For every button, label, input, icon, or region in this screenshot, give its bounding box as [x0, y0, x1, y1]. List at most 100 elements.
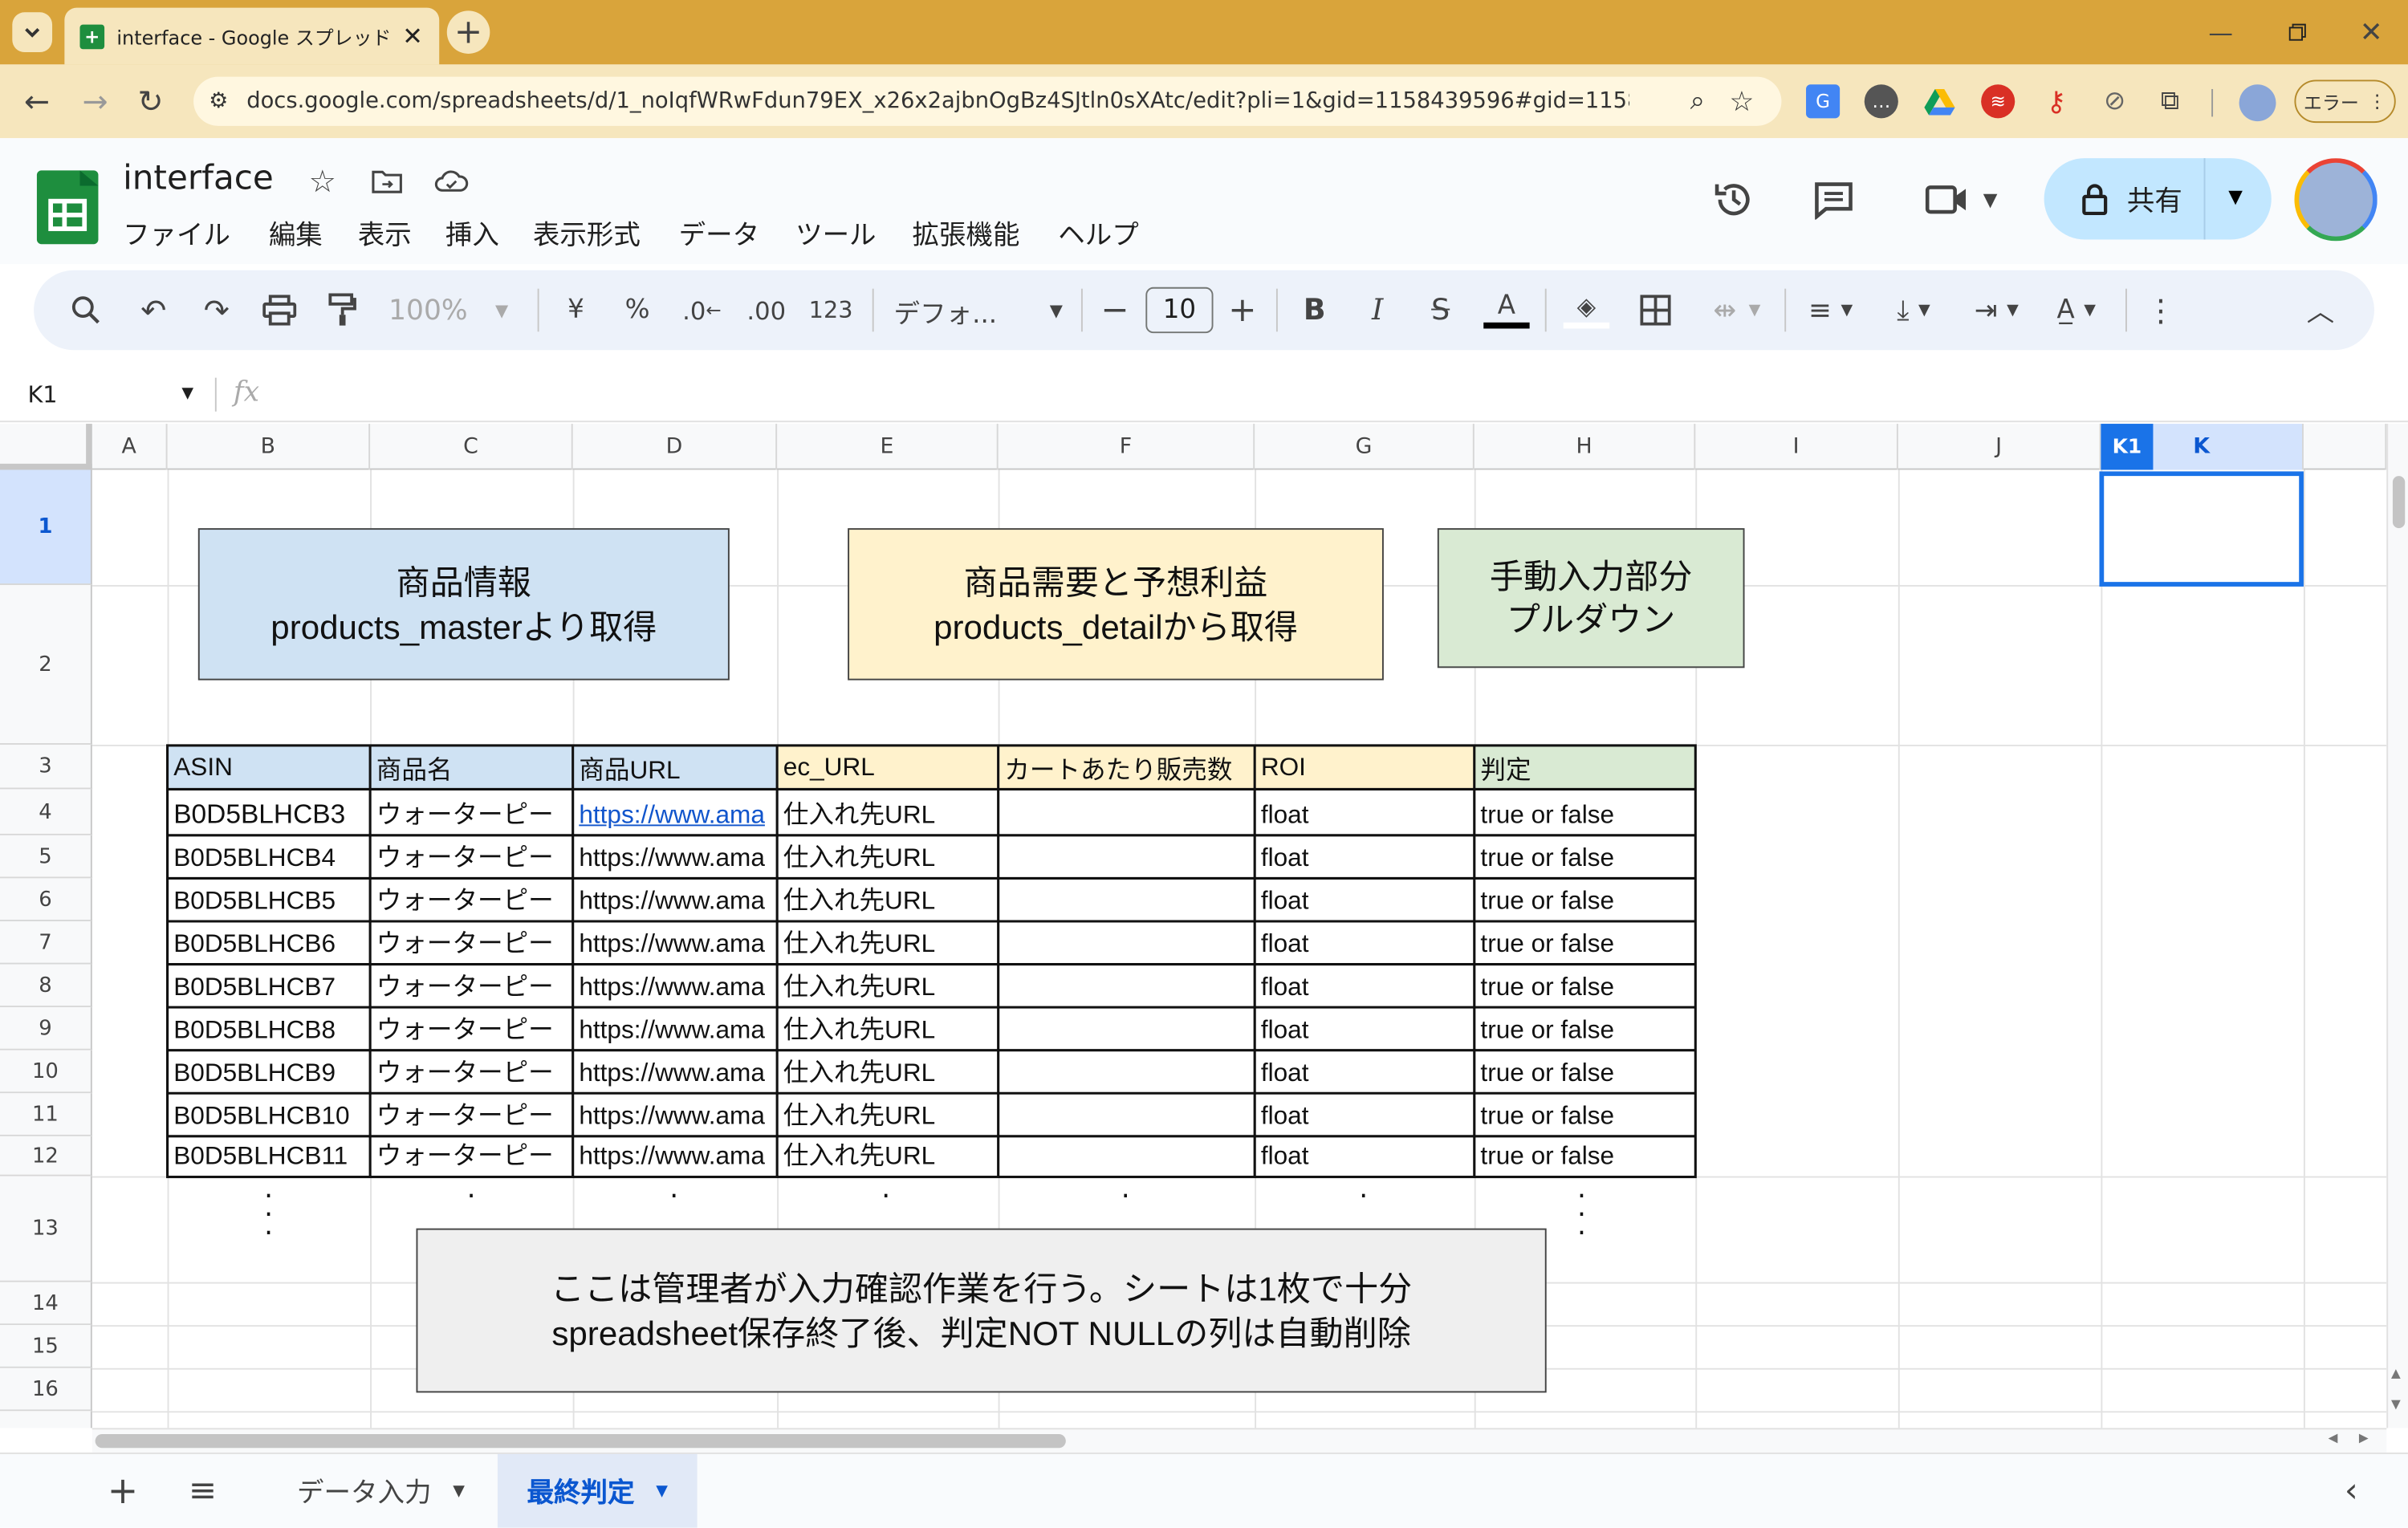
- cell-judgement[interactable]: true or false: [1474, 878, 1696, 921]
- cell-product-url[interactable]: https://www.ama: [573, 1093, 777, 1136]
- cell-judgement[interactable]: true or false: [1474, 789, 1696, 835]
- continuation-dot: ·: [466, 1181, 476, 1213]
- cell-roi[interactable]: float: [1255, 1007, 1474, 1050]
- cell-roi[interactable]: float: [1255, 1093, 1474, 1136]
- vertical-scrollbar[interactable]: ▲ ▼: [2386, 424, 2408, 1428]
- demand-profit-line1: 商品需要と予想利益: [963, 563, 1268, 602]
- selected-cell-k1[interactable]: [2099, 471, 2304, 587]
- scroll-left-icon[interactable]: ◀: [2329, 1431, 2338, 1445]
- cell-judgement[interactable]: true or false: [1474, 965, 1696, 1008]
- cell-asin[interactable]: B0D5BLHCB9: [168, 1050, 371, 1094]
- cell-cart-sales[interactable]: [999, 965, 1255, 1008]
- cell-asin[interactable]: B0D5BLHCB4: [168, 835, 371, 879]
- cell-ec-url[interactable]: 仕入れ先URL: [777, 835, 999, 879]
- horizontal-scrollbar[interactable]: ◀ ▶: [92, 1428, 2387, 1453]
- cell-judgement[interactable]: true or false: [1474, 835, 1696, 879]
- continuation-dot: ·: [1359, 1181, 1369, 1213]
- cell-cart-sales[interactable]: [999, 921, 1255, 965]
- admin-note-line1: ここは管理者が入力確認作業を行う。シートは1枚で十分: [550, 1269, 1413, 1308]
- sheet-tab-label: データ入力: [297, 1477, 432, 1509]
- cell-product-url[interactable]: https://www.ama: [573, 1050, 777, 1094]
- cell-roi[interactable]: float: [1255, 878, 1474, 921]
- manual-input-box[interactable]: 手動入力部分 プルダウン: [1437, 528, 1745, 668]
- cell-product-url[interactable]: https://www.ama: [573, 1007, 777, 1050]
- sheet-tab-dropdown-icon: ▼: [656, 1482, 668, 1500]
- cell-asin[interactable]: B0D5BLHCB5: [168, 878, 371, 921]
- manual-input-line2: プルダウン: [1506, 599, 1676, 638]
- cell-ec-url[interactable]: 仕入れ先URL: [777, 1136, 999, 1176]
- sheet-tab-data-input[interactable]: データ入力 ▼: [267, 1454, 494, 1528]
- product-info-box[interactable]: 商品情報 products_masterより取得: [197, 528, 730, 681]
- demand-profit-line2: products_detailから取得: [934, 607, 1298, 646]
- continuation-dot: ·: [669, 1181, 679, 1213]
- cell-ec-url[interactable]: 仕入れ先URL: [777, 878, 999, 921]
- sheet-tab-label: 最終判定: [527, 1477, 635, 1509]
- cell-ec-url[interactable]: 仕入れ先URL: [777, 965, 999, 1008]
- cell-judgement[interactable]: true or false: [1474, 1050, 1696, 1094]
- cell-cart-sales[interactable]: [999, 835, 1255, 879]
- cell-asin[interactable]: B0D5BLHCB7: [168, 965, 371, 1008]
- cell-product-url[interactable]: https://www.ama: [573, 789, 777, 835]
- cell-cart-sales[interactable]: [999, 1093, 1255, 1136]
- cell-roi[interactable]: float: [1255, 789, 1474, 835]
- cell-ec-url[interactable]: 仕入れ先URL: [777, 1093, 999, 1136]
- scroll-down-icon[interactable]: ▼: [2391, 1397, 2401, 1411]
- continuation-dot: ·: [1121, 1181, 1130, 1213]
- cell-product-name[interactable]: ウォーターピー: [370, 1007, 573, 1050]
- cell-product-name[interactable]: ウォーターピー: [370, 789, 573, 835]
- cell-cart-sales[interactable]: [999, 1136, 1255, 1176]
- cell-product-url[interactable]: https://www.ama: [573, 835, 777, 879]
- cell-product-name[interactable]: ウォーターピー: [370, 835, 573, 879]
- manual-input-line1: 手動入力部分: [1489, 556, 1693, 595]
- cell-ec-url[interactable]: 仕入れ先URL: [777, 1050, 999, 1094]
- cell-product-name[interactable]: ウォーターピー: [370, 921, 573, 965]
- cell-roi[interactable]: float: [1255, 1050, 1474, 1094]
- cell-product-url[interactable]: https://www.ama: [573, 965, 777, 1008]
- scroll-right-icon[interactable]: ▶: [2359, 1431, 2369, 1445]
- add-sheet-icon[interactable]: +: [101, 1468, 144, 1514]
- cell-cart-sales[interactable]: [999, 1007, 1255, 1050]
- cell-asin[interactable]: B0D5BLHCB10: [168, 1093, 371, 1136]
- sheet-tab-final-judgement[interactable]: 最終判定 ▼: [497, 1453, 698, 1528]
- cell-ec-url[interactable]: 仕入れ先URL: [777, 1007, 999, 1050]
- side-panel-toggle-icon[interactable]: ‹: [2331, 1471, 2371, 1511]
- continuation-dot: · · ·: [1576, 1181, 1586, 1250]
- cell-cart-sales[interactable]: [999, 878, 1255, 921]
- cell-roi[interactable]: float: [1255, 1136, 1474, 1176]
- cell-roi[interactable]: float: [1255, 965, 1474, 1008]
- cell-cart-sales[interactable]: [999, 789, 1255, 835]
- cell-judgement[interactable]: true or false: [1474, 1007, 1696, 1050]
- cell-asin[interactable]: B0D5BLHCB8: [168, 1007, 371, 1050]
- admin-note-box[interactable]: ここは管理者が入力確認作業を行う。シートは1枚で十分 spreadsheet保存…: [416, 1228, 1547, 1393]
- vertical-scroll-thumb[interactable]: [2392, 476, 2406, 529]
- cell-judgement[interactable]: true or false: [1474, 921, 1696, 965]
- product-info-line1: 商品情報: [396, 563, 532, 602]
- cell-asin[interactable]: B0D5BLHCB11: [168, 1136, 371, 1176]
- cell-product-name[interactable]: ウォーターピー: [370, 1050, 573, 1094]
- cell-ec-url[interactable]: 仕入れ先URL: [777, 921, 999, 965]
- cell-roi[interactable]: float: [1255, 835, 1474, 879]
- cell-cart-sales[interactable]: [999, 1050, 1255, 1094]
- cell-judgement[interactable]: true or false: [1474, 1136, 1696, 1176]
- cell-product-name[interactable]: ウォーターピー: [370, 878, 573, 921]
- horizontal-scroll-thumb[interactable]: [95, 1434, 1066, 1449]
- cell-ec-url[interactable]: 仕入れ先URL: [777, 789, 999, 835]
- cell-product-url[interactable]: https://www.ama: [573, 878, 777, 921]
- all-sheets-icon[interactable]: ≡: [181, 1468, 225, 1514]
- cell-product-url[interactable]: https://www.ama: [573, 1136, 777, 1176]
- product-info-line2: products_masterより取得: [270, 607, 657, 646]
- cell-product-name[interactable]: ウォーターピー: [370, 1093, 573, 1136]
- cell-product-name[interactable]: ウォーターピー: [370, 965, 573, 1008]
- cell-product-url[interactable]: https://www.ama: [573, 921, 777, 965]
- cell-asin[interactable]: B0D5BLHCB6: [168, 921, 371, 965]
- admin-note-line2: spreadsheet保存終了後、判定NOT NULLの列は自動削除: [551, 1313, 1411, 1352]
- scroll-up-icon[interactable]: ▲: [2391, 1367, 2401, 1380]
- cell-asin[interactable]: B0D5BLHCB3: [168, 789, 371, 835]
- cell-product-name[interactable]: ウォーターピー: [370, 1136, 573, 1176]
- continuation-dot: · · ·: [264, 1181, 274, 1250]
- demand-profit-box[interactable]: 商品需要と予想利益 products_detailから取得: [848, 528, 1384, 681]
- cell-judgement[interactable]: true or false: [1474, 1093, 1696, 1136]
- continuation-dot: ·: [881, 1181, 891, 1213]
- cell-roi[interactable]: float: [1255, 921, 1474, 965]
- sheet-tab-dropdown-icon: ▼: [453, 1482, 465, 1500]
